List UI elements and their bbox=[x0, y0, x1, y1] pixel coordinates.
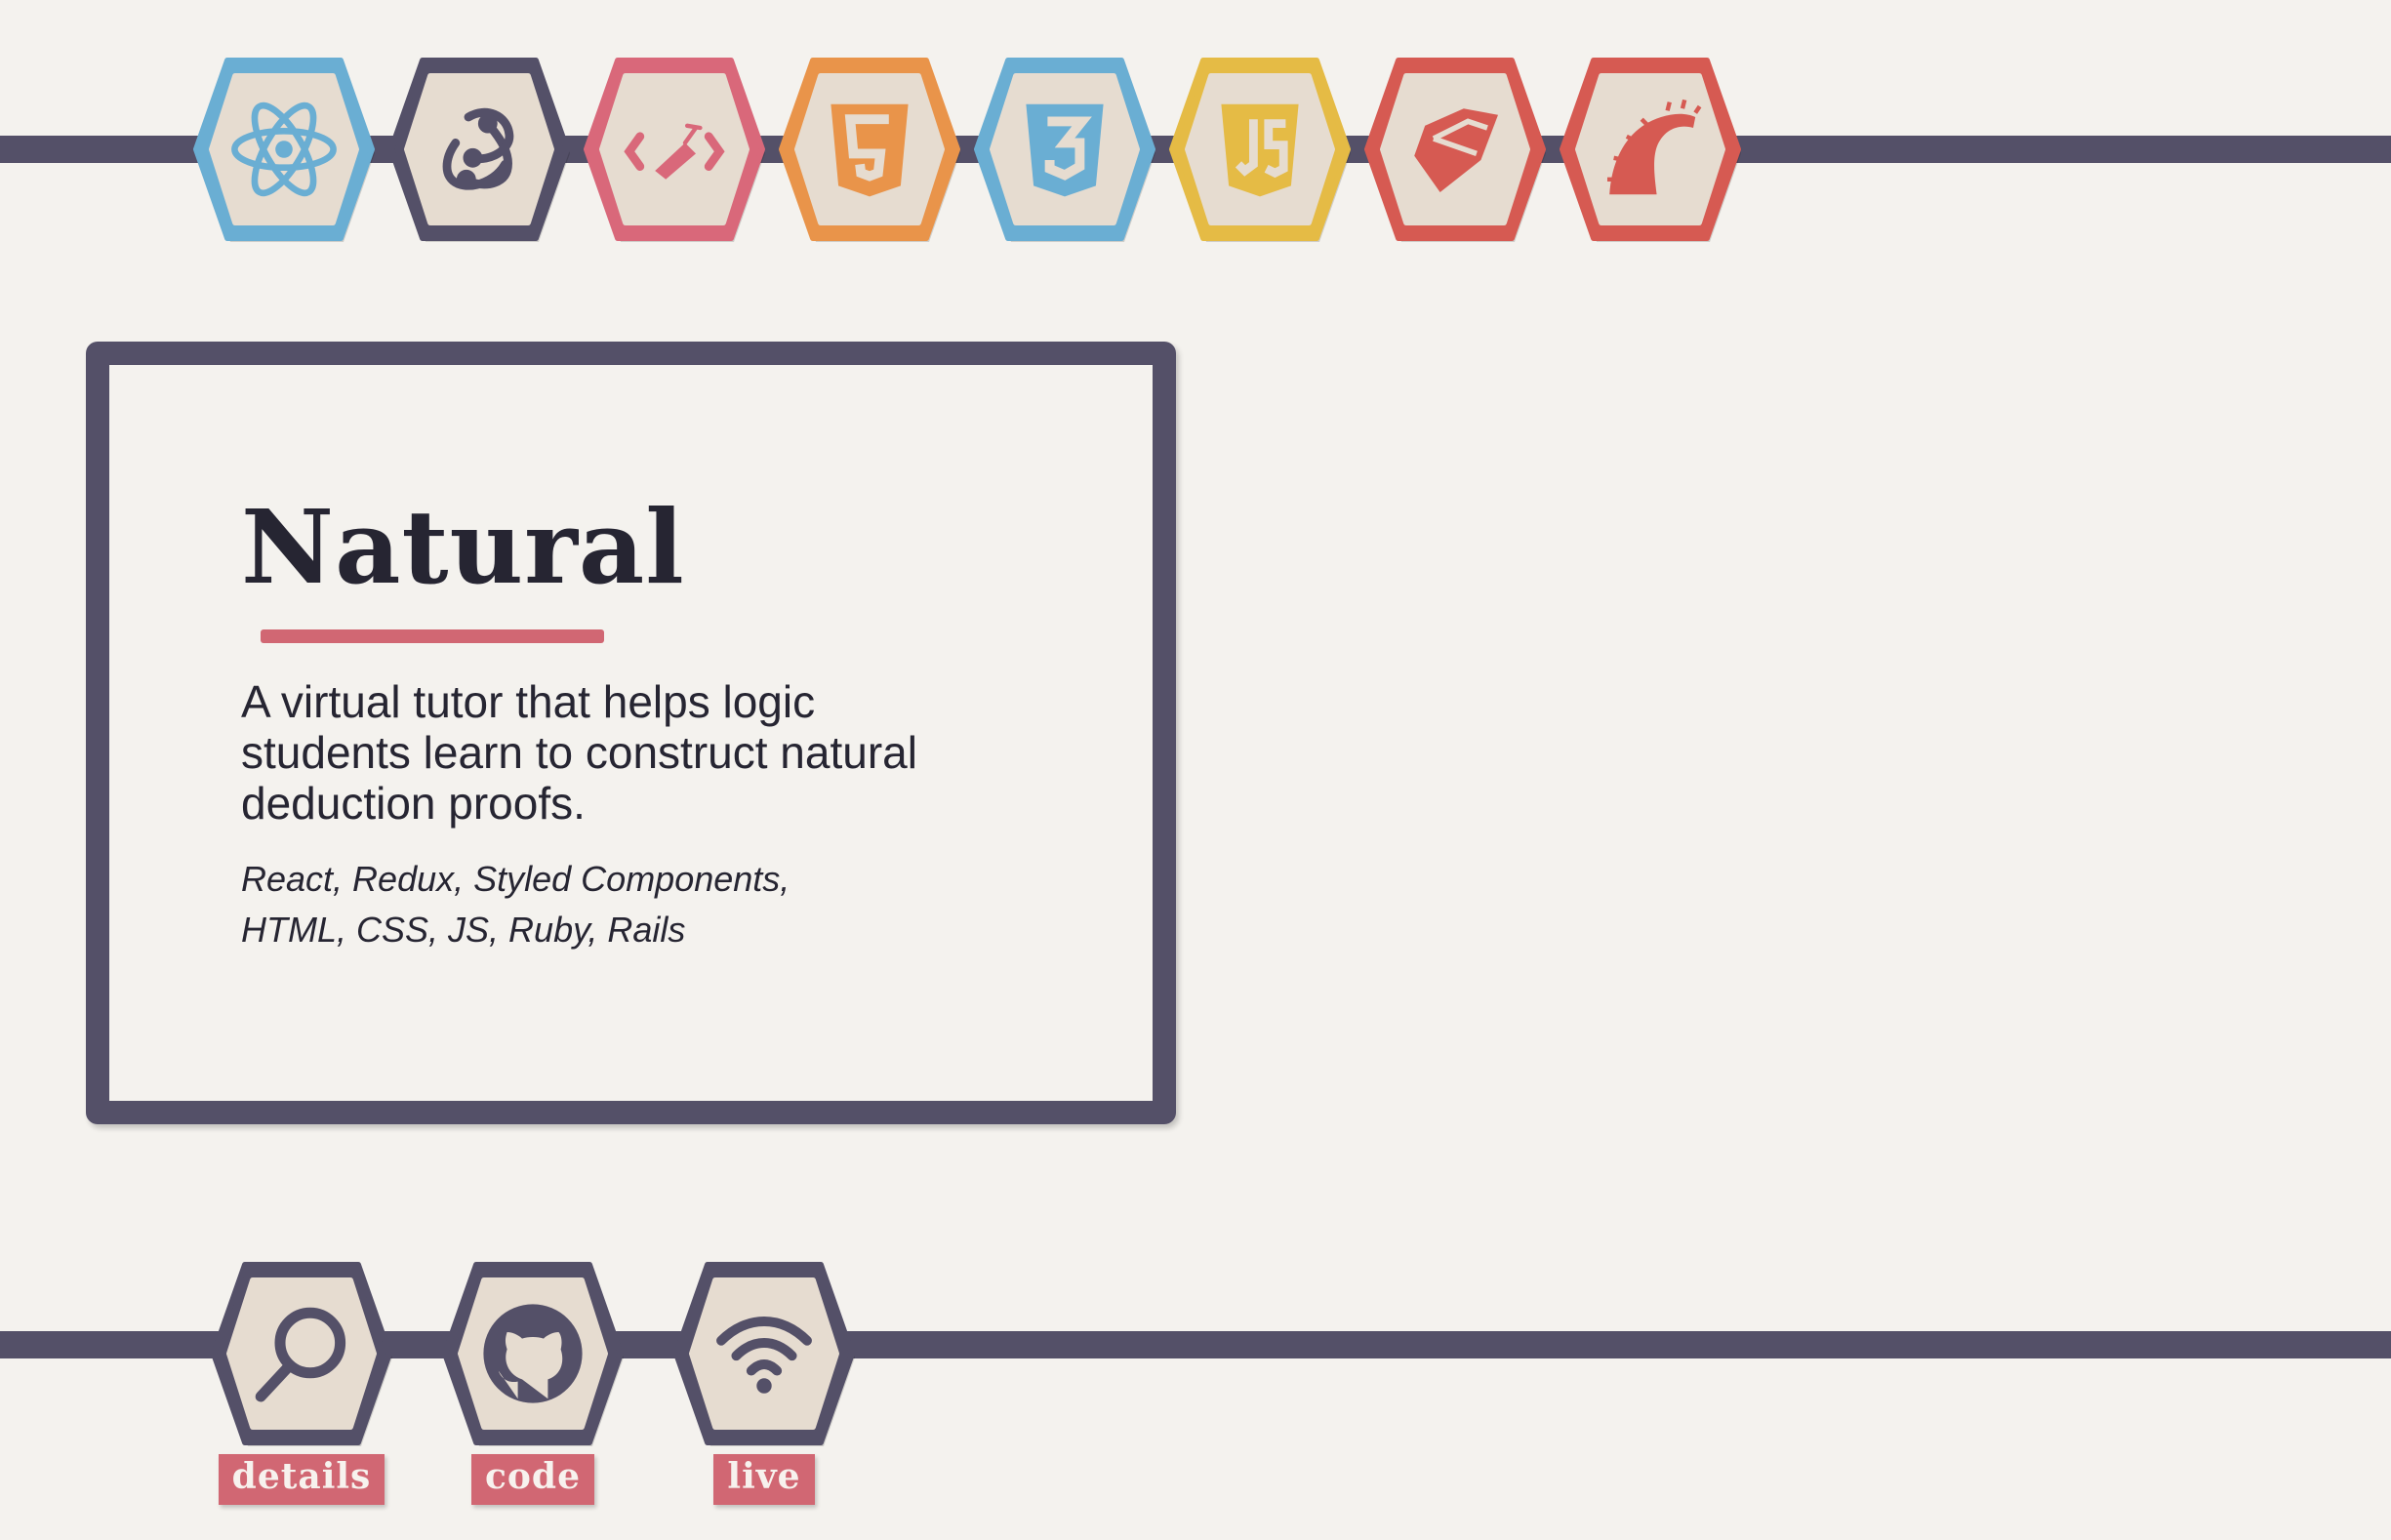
github-icon[interactable] bbox=[439, 1259, 627, 1448]
project-title: Natural bbox=[241, 487, 685, 607]
js-icon bbox=[1166, 55, 1354, 244]
magnifier-icon[interactable] bbox=[208, 1259, 395, 1448]
css3-icon bbox=[971, 55, 1158, 244]
rails-icon bbox=[1557, 55, 1744, 244]
live-link[interactable]: live bbox=[670, 1259, 858, 1505]
redux-icon bbox=[385, 55, 573, 244]
live-link-label[interactable]: live bbox=[713, 1454, 815, 1505]
react-icon bbox=[190, 55, 378, 244]
code-link[interactable]: code bbox=[439, 1259, 627, 1505]
title-underline bbox=[261, 629, 604, 643]
code-link-label[interactable]: code bbox=[470, 1454, 594, 1505]
tech-icons-row bbox=[190, 55, 1744, 244]
details-link-label[interactable]: details bbox=[218, 1454, 385, 1505]
html5-icon bbox=[776, 55, 963, 244]
details-link[interactable]: details bbox=[208, 1259, 395, 1505]
project-card: Natural A virtual tutor that helps logic… bbox=[86, 342, 1176, 1124]
project-links-row: details code live bbox=[208, 1259, 858, 1505]
ruby-icon bbox=[1361, 55, 1549, 244]
project-description: A virtual tutor that helps logic student… bbox=[241, 676, 917, 829]
styled-components-icon bbox=[581, 55, 768, 244]
wifi-icon[interactable] bbox=[670, 1259, 858, 1448]
project-tech-stack: React, Redux, Styled Components, HTML, C… bbox=[241, 859, 790, 950]
